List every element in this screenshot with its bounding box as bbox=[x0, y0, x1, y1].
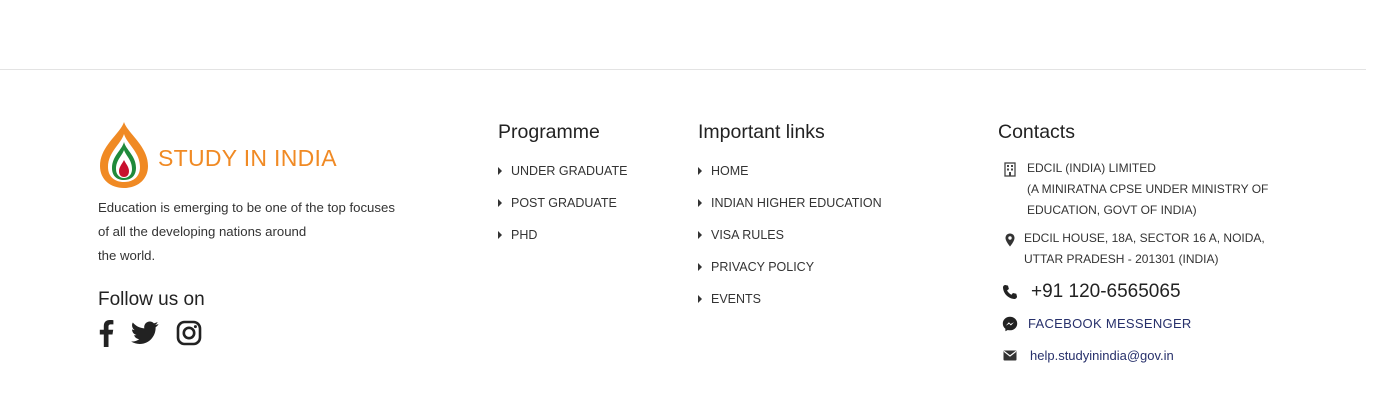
address-info: EDCIL HOUSE, 18A, SECTOR 16 A, NOIDA, UT… bbox=[998, 228, 1268, 270]
tagline-line: of all the developing nations around bbox=[98, 224, 307, 239]
important-link-events[interactable]: EVENTS bbox=[698, 283, 882, 315]
caret-right-icon bbox=[498, 231, 502, 239]
caret-right-icon bbox=[498, 167, 502, 175]
important-link-home[interactable]: HOME bbox=[698, 155, 882, 187]
org-line: EDUCATION, GOVT OF INDIA) bbox=[1027, 203, 1197, 217]
footer-divider bbox=[0, 69, 1366, 70]
important-link-higher-education[interactable]: INDIAN HIGHER EDUCATION bbox=[698, 187, 882, 219]
facebook-icon[interactable] bbox=[98, 319, 114, 352]
org-line: (A MINIRATNA CPSE UNDER MINISTRY OF bbox=[1027, 182, 1269, 196]
contacts-list: EDCIL (INDIA) LIMITED (A MINIRATNA CPSE … bbox=[998, 158, 1268, 366]
phone-icon bbox=[998, 284, 1022, 300]
important-links-heading: Important links bbox=[698, 121, 825, 143]
link-label: POST GRADUATE bbox=[511, 196, 617, 210]
link-label: INDIAN HIGHER EDUCATION bbox=[711, 196, 882, 210]
programme-link-post-graduate[interactable]: POST GRADUATE bbox=[498, 187, 627, 219]
link-label: VISA RULES bbox=[711, 228, 784, 242]
twitter-icon[interactable] bbox=[131, 321, 159, 350]
caret-right-icon bbox=[498, 199, 502, 207]
caret-right-icon bbox=[698, 167, 702, 175]
map-pin-icon bbox=[998, 228, 1022, 247]
follow-us-heading: Follow us on bbox=[98, 289, 205, 310]
envelope-icon bbox=[998, 350, 1022, 361]
caret-right-icon bbox=[698, 295, 702, 303]
programme-column: Programme UNDER GRADUATE POST GRADUATE P… bbox=[498, 120, 627, 251]
facebook-messenger-link[interactable]: FACEBOOK MESSENGER bbox=[998, 313, 1268, 334]
messenger-icon bbox=[998, 316, 1022, 332]
programme-heading: Programme bbox=[498, 121, 600, 143]
link-label: PHD bbox=[511, 228, 538, 242]
tagline: Education is emerging to be one of the t… bbox=[98, 196, 458, 268]
contacts-heading: Contacts bbox=[998, 121, 1075, 143]
phone-number[interactable]: +91 120-6565065 bbox=[998, 281, 1268, 302]
email-link[interactable]: help.studyinindia@gov.in bbox=[998, 345, 1268, 366]
social-links bbox=[98, 319, 458, 352]
programme-link-under-graduate[interactable]: UNDER GRADUATE bbox=[498, 155, 627, 187]
tagline-line: Education is emerging to be one of the t… bbox=[98, 200, 395, 215]
footer-brand: STUDY IN INDIA Education is emerging to … bbox=[98, 120, 458, 352]
organization-info: EDCIL (INDIA) LIMITED (A MINIRATNA CPSE … bbox=[998, 158, 1268, 221]
address-line: UTTAR PRADESH - 201301 (INDIA) bbox=[1024, 252, 1219, 266]
phone-number-text: +91 120-6565065 bbox=[1031, 281, 1181, 302]
important-links-column: Important links HOME INDIAN HIGHER EDUCA… bbox=[698, 120, 882, 315]
programme-link-phd[interactable]: PHD bbox=[498, 219, 627, 251]
caret-right-icon bbox=[698, 263, 702, 271]
link-label: EVENTS bbox=[711, 292, 762, 306]
building-icon bbox=[998, 158, 1022, 177]
link-label: UNDER GRADUATE bbox=[511, 164, 628, 178]
tagline-line: the world. bbox=[98, 248, 156, 263]
contacts-column: Contacts EDCIL (INDIA) LIMITED (A MINIRA… bbox=[998, 120, 1268, 366]
email-text: help.studyinindia@gov.in bbox=[1030, 348, 1174, 363]
important-link-visa-rules[interactable]: VISA RULES bbox=[698, 219, 882, 251]
org-name: EDCIL (INDIA) LIMITED bbox=[1027, 161, 1156, 175]
caret-right-icon bbox=[698, 199, 702, 207]
instagram-icon[interactable] bbox=[176, 320, 202, 351]
address-line: EDCIL HOUSE, 18A, SECTOR 16 A, NOIDA, bbox=[1024, 231, 1265, 245]
important-links: HOME INDIAN HIGHER EDUCATION VISA RULES … bbox=[698, 155, 882, 315]
link-label: HOME bbox=[711, 164, 749, 178]
caret-right-icon bbox=[698, 231, 702, 239]
link-label: PRIVACY POLICY bbox=[711, 260, 815, 274]
programme-links: UNDER GRADUATE POST GRADUATE PHD bbox=[498, 155, 627, 251]
messenger-label: FACEBOOK MESSENGER bbox=[1028, 316, 1192, 331]
site-logo[interactable]: STUDY IN INDIA bbox=[98, 120, 458, 190]
study-in-india-logo-icon bbox=[100, 122, 148, 188]
logo-text: STUDY IN INDIA bbox=[158, 144, 337, 171]
important-link-privacy-policy[interactable]: PRIVACY POLICY bbox=[698, 251, 882, 283]
